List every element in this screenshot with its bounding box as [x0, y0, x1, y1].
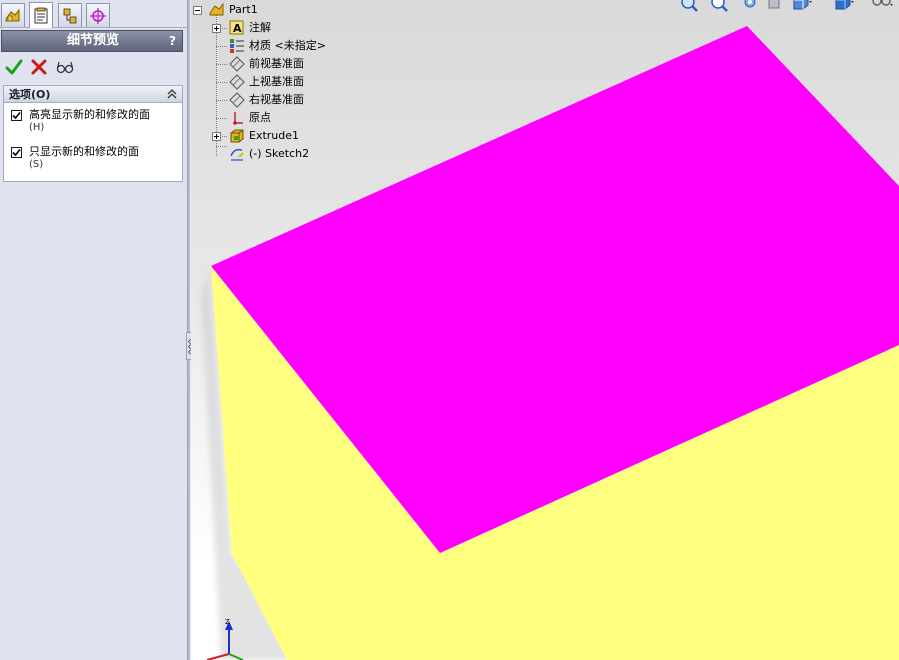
zoom-to-area-button[interactable]	[709, 0, 731, 14]
page-title: 细节预览	[66, 33, 119, 48]
collapse-toggle[interactable]	[193, 6, 202, 15]
options-group-header[interactable]: 选项(O)	[4, 86, 182, 103]
tree-item-label: 右视基准面	[249, 93, 304, 106]
tree-item-label: 注解	[249, 21, 271, 34]
zoom-to-fit-icon	[681, 0, 698, 12]
options-group-title: 选项(O)	[9, 88, 51, 101]
zoom-to-area-icon	[711, 0, 728, 12]
manager-tabs	[0, 0, 187, 28]
tab-property-manager[interactable]	[29, 2, 53, 28]
previous-view-button[interactable]	[739, 0, 761, 14]
tree-item-label: 前视基准面	[249, 57, 304, 70]
options-group: 选项(O) 高亮显示新的和修改的面 (H) 只显示新的和修改的面 (S)	[3, 85, 183, 182]
highlight-new-modified-shortcut: (H)	[29, 122, 45, 133]
heads-up-view-toolbar	[639, 0, 899, 16]
highlight-new-modified-checkbox[interactable]	[11, 110, 22, 121]
section-view-icon	[768, 0, 780, 9]
tab-configuration-manager[interactable]	[58, 3, 82, 27]
feature-tree-icon	[5, 8, 20, 21]
annotations-icon: A	[229, 20, 245, 36]
ok-button[interactable]	[4, 57, 24, 77]
property-manager-panel: 细节预览 ? 选项(O) 高亮显示新的和修改的面 (H) 只显示新的和修改的面 …	[0, 0, 187, 660]
previous-view-icon	[744, 0, 756, 8]
check-icon	[5, 59, 23, 75]
expand-toggle[interactable]	[212, 24, 221, 33]
display-style-button[interactable]	[833, 0, 855, 14]
material-icon	[229, 38, 245, 54]
triad-z-label: Z	[225, 618, 230, 626]
tab-feature-manager[interactable]	[1, 3, 25, 27]
extrude-icon	[229, 128, 245, 144]
feature-manager-tree: Part1 A 注解 材质 <未指定> 前视基准面 上视基准面 右视基准面 原点…	[191, 0, 391, 170]
show-only-new-modified-checkbox[interactable]	[11, 147, 22, 158]
property-manager-icon	[34, 7, 48, 23]
show-only-new-modified-shortcut: (S)	[29, 159, 44, 170]
tab-dimxpert-manager[interactable]	[86, 3, 110, 27]
show-only-new-modified-label: 只显示新的和修改的面	[29, 145, 139, 158]
graphics-area[interactable]: Part1 A 注解 材质 <未指定> 前视基准面 上视基准面 右视基准面 原点…	[191, 0, 899, 660]
tree-item-label: Extrude1	[249, 129, 300, 142]
tree-item-label: 材质 <未指定>	[249, 39, 326, 52]
hide-show-items-button[interactable]	[871, 0, 893, 14]
section-view-button[interactable]	[765, 0, 787, 14]
checkmark-icon	[12, 111, 21, 120]
zoom-to-fit-button[interactable]	[679, 0, 701, 14]
plane-icon	[229, 74, 245, 90]
tree-item-label: Part1	[229, 3, 258, 16]
plane-icon	[229, 56, 245, 72]
checkmark-icon	[12, 148, 21, 157]
highlight-new-modified-label: 高亮显示新的和修改的面	[29, 108, 150, 121]
view-orientation-button[interactable]	[791, 0, 813, 14]
property-manager-header: 细节预览 ?	[1, 30, 183, 52]
help-button[interactable]: ?	[169, 31, 176, 51]
hide-show-items-icon	[872, 0, 893, 6]
tree-item-label: 上视基准面	[249, 75, 304, 88]
display-style-icon	[835, 0, 854, 10]
origin-icon	[229, 110, 245, 126]
dimxpert-icon	[90, 7, 106, 24]
collapse-chevron-icon[interactable]	[166, 88, 178, 100]
configuration-manager-icon	[63, 8, 77, 23]
reference-triad: Z	[206, 618, 244, 660]
cancel-button[interactable]	[29, 57, 49, 77]
x-icon	[31, 59, 47, 75]
view-orientation-icon	[793, 0, 812, 10]
preview-button[interactable]	[55, 57, 75, 77]
part-icon	[209, 2, 225, 18]
highlight-new-modified-option[interactable]: 高亮显示新的和修改的面 (H)	[9, 108, 181, 138]
sketch-icon	[229, 146, 245, 162]
expand-toggle[interactable]	[212, 132, 221, 141]
tree-item-label: (-) Sketch2	[249, 147, 310, 160]
plane-icon	[229, 92, 245, 108]
tree-item-label: 原点	[249, 111, 271, 124]
svg-text:A: A	[233, 22, 242, 35]
show-only-new-modified-option[interactable]: 只显示新的和修改的面 (S)	[9, 145, 181, 175]
glasses-icon	[56, 61, 74, 74]
